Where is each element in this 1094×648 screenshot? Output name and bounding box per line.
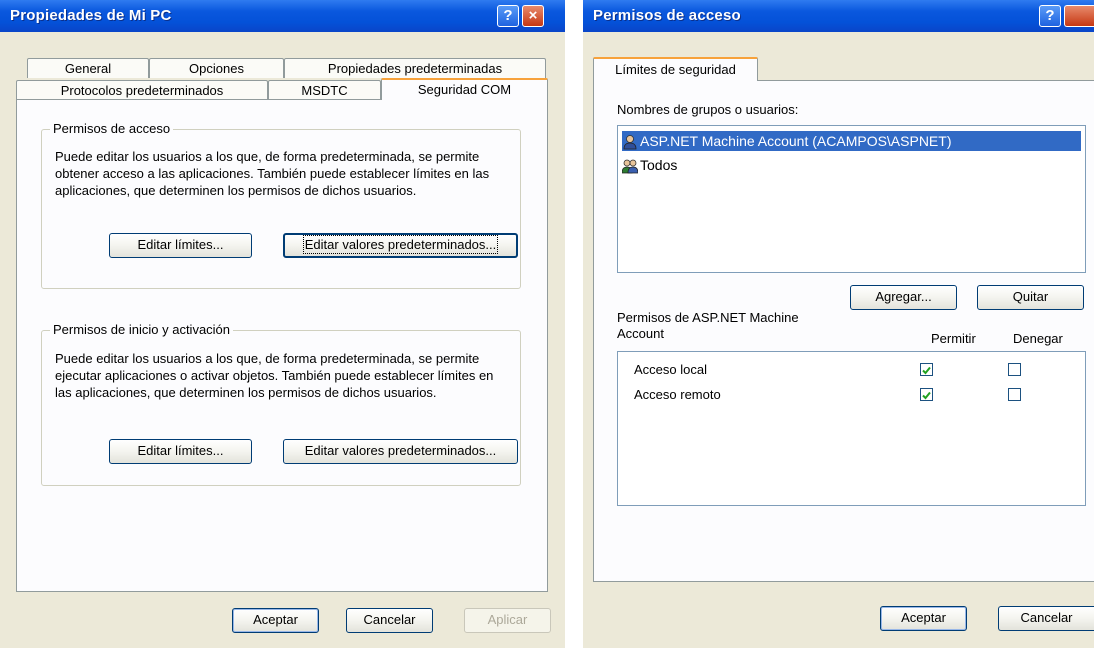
ok-button[interactable]: Aceptar [880,606,967,631]
tab-default-properties[interactable]: Propiedades predeterminadas [284,58,546,78]
title-bar[interactable]: Permisos de acceso ? [583,0,1094,32]
user-icon [623,135,637,150]
help-icon[interactable]: ? [497,5,519,27]
allow-header: Permitir [931,331,976,346]
tab-general[interactable]: General [27,58,149,78]
tab-default-protocols[interactable]: Protocolos predeterminados [16,80,268,100]
edit-defaults-button[interactable]: Editar valores predeterminados... [283,233,518,258]
tab-security-limits[interactable]: Límites de seguridad [593,57,758,81]
deny-header: Denegar [1013,331,1063,346]
edit-defaults-button[interactable]: Editar valores predeterminados... [283,439,518,464]
user-name: ASP.NET Machine Account (ACAMPOS\ASPNET) [640,133,952,149]
permissions-label-line2: Account [617,326,664,341]
title-bar[interactable]: Propiedades de Mi PC ? × [0,0,565,32]
group-label: Permisos de inicio y activación [50,322,234,337]
permission-name: Acceso remoto [634,387,721,402]
window-title: Propiedades de Mi PC [10,7,172,24]
tab-panel: Nombres de grupos o usuarios: ASP.NET Ma… [593,80,1094,582]
check-icon [922,366,931,375]
help-icon[interactable]: ? [1039,5,1061,27]
close-icon[interactable]: × [522,5,544,27]
apply-button[interactable]: Aplicar [464,608,551,633]
permission-name: Acceso local [634,362,707,377]
deny-checkbox[interactable] [1008,363,1021,376]
tab-panel: Permisos de acceso Puede editar los usua… [16,99,548,592]
launch-description: Puede editar los usuarios a los que, de … [55,351,494,400]
deny-checkbox[interactable] [1008,388,1021,401]
list-item[interactable]: ASP.NET Machine Account (ACAMPOS\ASPNET) [622,131,1081,151]
permissions-label-line1: Permisos de ASP.NET Machine [617,310,799,325]
cancel-button[interactable]: Cancelar [998,606,1094,631]
allow-checkbox[interactable] [920,388,933,401]
group-label: Permisos de acceso [50,121,174,136]
edit-limits-button[interactable]: Editar límites... [109,439,252,464]
edit-limits-button[interactable]: Editar límites... [109,233,252,258]
close-icon[interactable] [1064,5,1094,27]
access-permissions-dialog: Permisos de acceso ? Límites de segurida… [583,0,1094,648]
access-description: Puede editar los usuarios a los que, de … [55,149,490,198]
tab-msdtc[interactable]: MSDTC [268,80,381,100]
list-item[interactable]: Todos [622,155,1081,175]
group-icon [622,159,638,174]
access-permissions-group: Permisos de acceso Puede editar los usua… [41,121,521,289]
users-list[interactable]: ASP.NET Machine Account (ACAMPOS\ASPNET)… [617,125,1086,273]
tab-options[interactable]: Opciones [149,58,284,78]
button-label: Editar valores predeterminados... [302,235,499,254]
allow-checkbox[interactable] [920,363,933,376]
button-label: Editar límites... [137,237,224,252]
properties-dialog: Propiedades de Mi PC ? × General Opcione… [0,0,565,648]
launch-permissions-group: Permisos de inicio y activación Puede ed… [41,322,521,486]
remove-button[interactable]: Quitar [977,285,1084,310]
permissions-list: Acceso local Acceso remoto [617,351,1086,506]
users-label: Nombres de grupos o usuarios: [617,102,799,117]
check-icon [922,391,931,400]
tab-com-security[interactable]: Seguridad COM [381,78,548,100]
button-label: Editar valores predeterminados... [304,443,497,458]
add-button[interactable]: Agregar... [850,285,957,310]
cancel-button[interactable]: Cancelar [346,608,433,633]
user-name: Todos [640,157,678,173]
button-label: Editar límites... [137,443,224,458]
window-title: Permisos de acceso [593,7,741,24]
ok-button[interactable]: Aceptar [232,608,319,633]
